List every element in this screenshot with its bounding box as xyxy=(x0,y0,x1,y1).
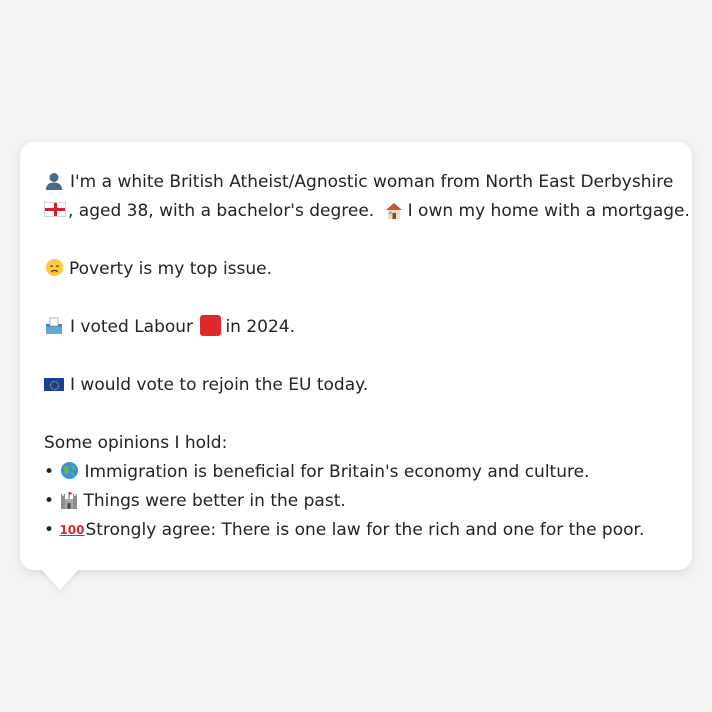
top-issue-line: Poverty is my top issue. xyxy=(44,255,670,284)
vote-line: I voted Labour in 2024. xyxy=(44,313,670,342)
age-education-text: , aged 38, with a bachelor's degree. xyxy=(68,201,375,221)
bullet: • xyxy=(44,491,55,511)
opinion-text: Things were better in the past. xyxy=(83,491,346,511)
eu-text: I would vote to rejoin the EU today. xyxy=(70,375,369,395)
eu-flag-icon xyxy=(44,378,64,391)
england-flag-icon xyxy=(44,202,66,217)
opinion-item: • 100Strongly agree: There is one law fo… xyxy=(44,516,670,545)
opinions-heading: Some opinions I hold: xyxy=(44,433,228,453)
opinion-item: • Things were better in the past. xyxy=(44,487,670,516)
opinion-item: • Immigration is beneficial for Britain'… xyxy=(44,458,670,487)
home-ownership-text: I own my home with a mortgage. xyxy=(407,201,690,221)
red-square-icon xyxy=(200,315,222,336)
ballot-box-icon xyxy=(44,316,64,334)
persona-card: I'm a white British Atheist/Agnostic wom… xyxy=(20,142,692,570)
hundred-points-icon: 100 xyxy=(59,523,85,537)
opinion-text: Strongly agree: There is one law for the… xyxy=(85,520,645,540)
vote-text-b: in 2024. xyxy=(225,317,296,337)
eu-line: I would vote to rejoin the EU today. xyxy=(44,371,670,400)
top-issue-text: Poverty is my top issue. xyxy=(69,259,273,279)
globe-icon xyxy=(59,461,80,480)
disappointed-face-icon xyxy=(44,258,65,277)
bullet: • xyxy=(44,462,55,482)
bust-in-silhouette-icon xyxy=(44,171,64,191)
castle-icon xyxy=(59,490,79,510)
speech-bubble-tail xyxy=(40,568,80,590)
opinion-text: Immigration is beneficial for Britain's … xyxy=(84,462,590,482)
vote-text-a: I voted Labour xyxy=(70,317,194,337)
bullet: • xyxy=(44,520,55,540)
house-icon xyxy=(384,200,404,220)
identity-line-2: , aged 38, with a bachelor's degree. I o… xyxy=(44,197,690,226)
identity-line-1: I'm a white British Atheist/Agnostic wom… xyxy=(44,168,674,197)
identity-text: I'm a white British Atheist/Agnostic wom… xyxy=(70,172,674,192)
